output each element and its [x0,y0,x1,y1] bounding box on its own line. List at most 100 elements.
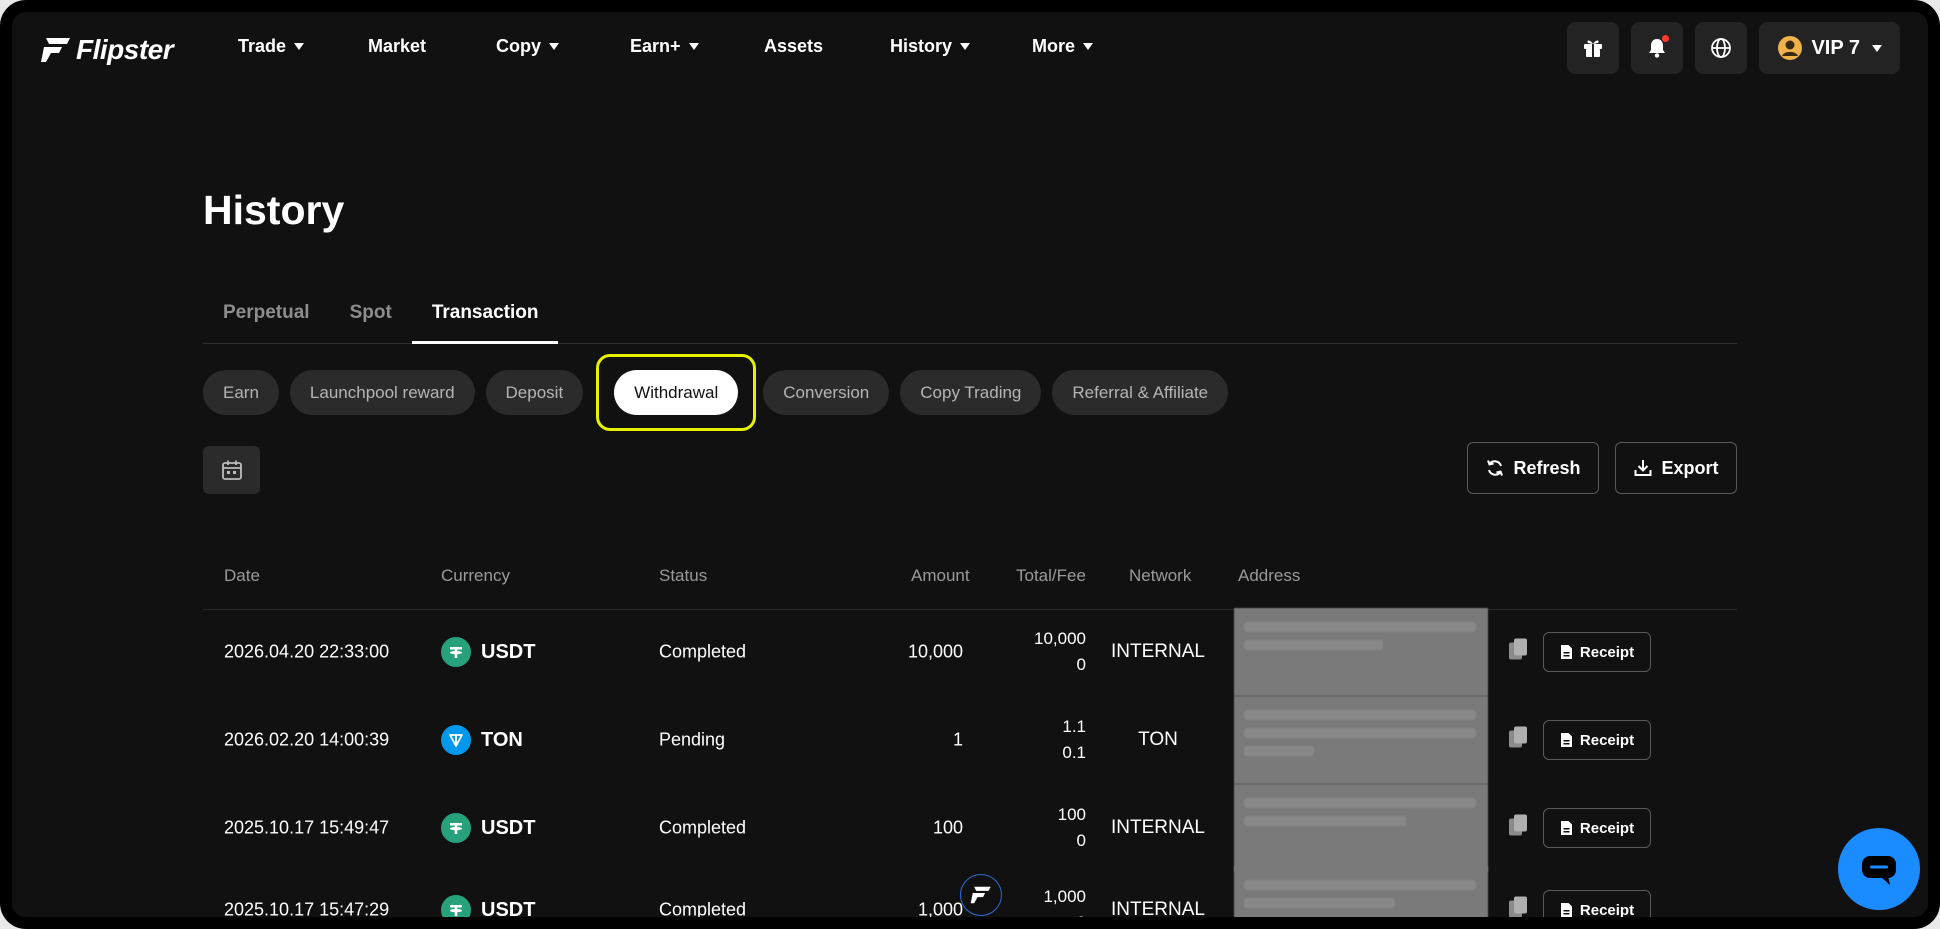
nav-item-history[interactable]: History [890,36,1032,57]
row-amount: 1 [952,729,963,750]
nav-item-label: Market [368,36,427,56]
logo[interactable]: Flipster [40,34,174,66]
download-icon [1634,460,1652,476]
row-amount: 100 [932,817,963,838]
history-tabs: Perpetual Spot Transaction [203,292,1737,344]
vip-level: VIP 7 [1811,36,1860,59]
row-amount: 1,000 [917,899,963,920]
receipt-label: Receipt [1579,901,1635,919]
receipt-button[interactable]: Receipt [1543,720,1651,760]
table-row: 2025.10.17 15:49:47 USDT Completed 100 1… [203,784,1737,872]
row-currency: USDT [441,637,535,667]
receipt-button[interactable]: Receipt [1543,808,1651,848]
avatar-icon [1778,36,1803,60]
app-frame: Flipster Trade Market Copy Earn+ Assets … [0,0,1940,929]
col-address: Address [1238,566,1301,585]
row-date: 2026.02.20 14:00:39 [224,729,390,750]
receipt-label: Receipt [1579,643,1635,661]
date-range-button[interactable] [203,446,260,494]
nav-item-trade[interactable]: Trade [238,36,368,57]
tab-spot[interactable]: Spot [330,292,412,344]
row-total-fee: 100 0 [1003,802,1086,854]
address-redacted [1234,696,1488,784]
currency-code: TON [481,728,523,751]
currency-code: USDT [481,816,536,839]
row-date: 2025.10.17 15:49:47 [224,817,390,838]
receipt-button[interactable]: Receipt [1543,632,1651,672]
row-total: 1.1 [1062,717,1086,736]
page-title: History [203,187,345,233]
floating-logo-button[interactable] [960,874,1002,916]
transaction-type-filters: Earn Launchpool reward Deposit Withdrawa… [203,354,1229,431]
chat-support-button[interactable] [1838,828,1920,910]
nav-item-market[interactable]: Market [368,36,496,57]
filter-conversion[interactable]: Conversion [763,370,890,415]
caret-down-icon [1083,43,1094,50]
filter-launchpool-reward[interactable]: Launchpool reward [289,370,475,415]
col-date: Date [224,566,260,585]
address-redacted [1234,784,1488,872]
col-network: Network [1129,566,1192,585]
row-network: INTERNAL [1111,899,1205,920]
col-currency: Currency [441,566,510,585]
nav-item-copy[interactable]: Copy [496,36,630,57]
logo-text: Flipster [76,34,174,65]
filter-copy-trading[interactable]: Copy Trading [900,370,1042,415]
language-button[interactable] [1695,22,1748,74]
nav-item-label: Copy [496,36,541,56]
copy-icon[interactable] [1508,726,1530,755]
caret-down-icon [960,43,971,50]
filter-referral-affiliate[interactable]: Referral & Affiliate [1052,370,1229,415]
table-row: 2026.02.20 14:00:39 TON Pending 1 1.1 0.… [203,696,1737,784]
row-network: TON [1138,729,1178,750]
nav-item-assets[interactable]: Assets [764,36,890,57]
flipster-logo-icon [41,38,70,62]
row-status: Completed [659,641,747,662]
filter-deposit[interactable]: Deposit [485,370,584,415]
row-total: 10,000 [1034,629,1086,648]
nav-item-more[interactable]: More [1032,36,1132,57]
address-redacted [1234,608,1488,696]
filter-withdrawal[interactable]: Withdrawal [596,354,757,431]
caret-down-icon [549,43,559,50]
currency-code: USDT [481,640,536,663]
document-icon [1560,733,1572,747]
refresh-icon [1487,460,1504,476]
nav-item-earn[interactable]: Earn+ [630,36,764,57]
row-amount: 10,000 [907,641,963,662]
calendar-icon [221,460,242,480]
tab-transaction[interactable]: Transaction [411,292,559,344]
receipt-button[interactable]: Receipt [1543,890,1651,919]
row-total-fee: 1,000 0 [1003,884,1086,929]
export-button[interactable]: Export [1615,442,1737,494]
row-fee: 0 [1076,655,1086,674]
ton-icon [441,725,471,755]
copy-icon[interactable] [1508,638,1530,667]
copy-icon[interactable] [1508,814,1530,843]
caret-down-icon [1872,44,1882,52]
document-icon [1560,821,1572,835]
row-status: Completed [659,817,747,838]
row-total: 100 [1057,805,1086,824]
caret-down-icon [688,43,699,50]
filter-earn[interactable]: Earn [203,370,279,415]
nav-item-label: Assets [764,36,824,56]
col-amount: Amount [911,566,970,585]
row-currency: USDT [441,895,535,917]
top-nav: Flipster Trade Market Copy Earn+ Assets … [12,12,1928,84]
caret-down-icon [294,43,305,50]
notifications-button[interactable] [1631,22,1684,74]
row-total: 1,000 [1043,887,1086,906]
copy-icon[interactable] [1508,896,1530,917]
refresh-button[interactable]: Refresh [1467,442,1599,494]
flipster-logo-icon [970,886,991,904]
tab-perpetual[interactable]: Perpetual [203,292,330,344]
receipt-label: Receipt [1579,731,1635,749]
col-total-fee: Total/Fee [1016,566,1086,585]
account-menu-button[interactable]: VIP 7 [1759,22,1900,74]
row-fee: 0 [1076,913,1086,929]
rewards-button[interactable] [1567,22,1620,74]
row-network: INTERNAL [1111,641,1205,662]
usdt-icon [441,895,471,917]
row-fee: 0.1 [1062,743,1086,762]
